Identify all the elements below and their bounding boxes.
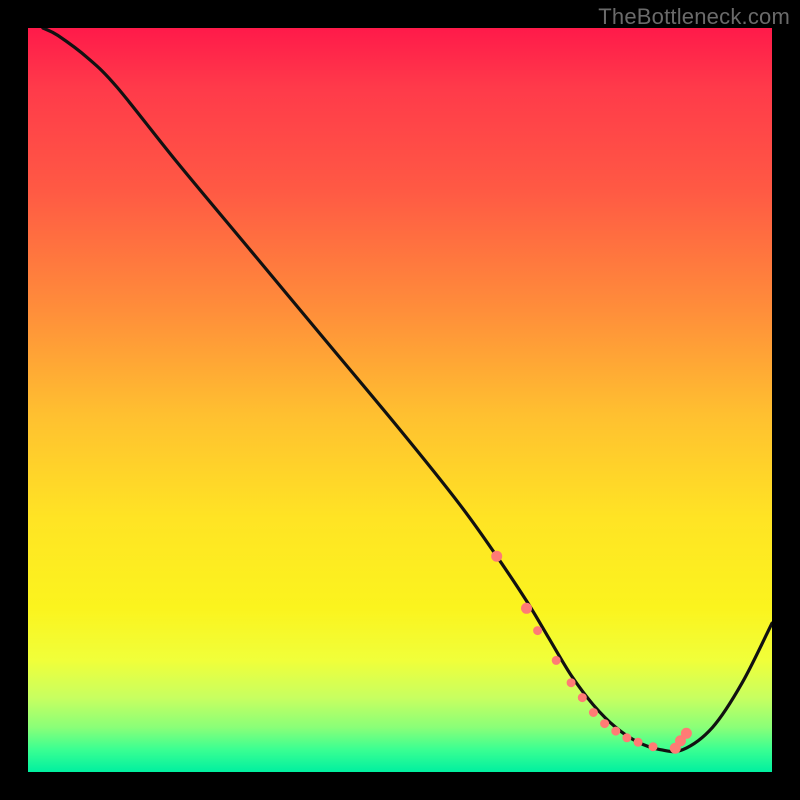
valley-dot — [634, 738, 642, 746]
valley-dots — [492, 551, 692, 753]
valley-dot — [578, 694, 586, 702]
watermark-text: TheBottleneck.com — [598, 4, 790, 30]
valley-dot — [612, 727, 620, 735]
chart-frame: TheBottleneck.com — [0, 0, 800, 800]
valley-dot — [534, 627, 542, 635]
valley-dot — [567, 679, 575, 687]
valley-dot — [681, 728, 691, 738]
valley-dot — [623, 734, 631, 742]
valley-dot — [552, 656, 560, 664]
chart-svg — [28, 28, 772, 772]
valley-dot — [522, 603, 532, 613]
curve-line — [43, 28, 772, 752]
valley-dot — [589, 709, 597, 717]
plot-area — [28, 28, 772, 772]
valley-dot — [492, 551, 502, 561]
valley-dot — [649, 743, 657, 751]
valley-dot — [601, 720, 609, 728]
